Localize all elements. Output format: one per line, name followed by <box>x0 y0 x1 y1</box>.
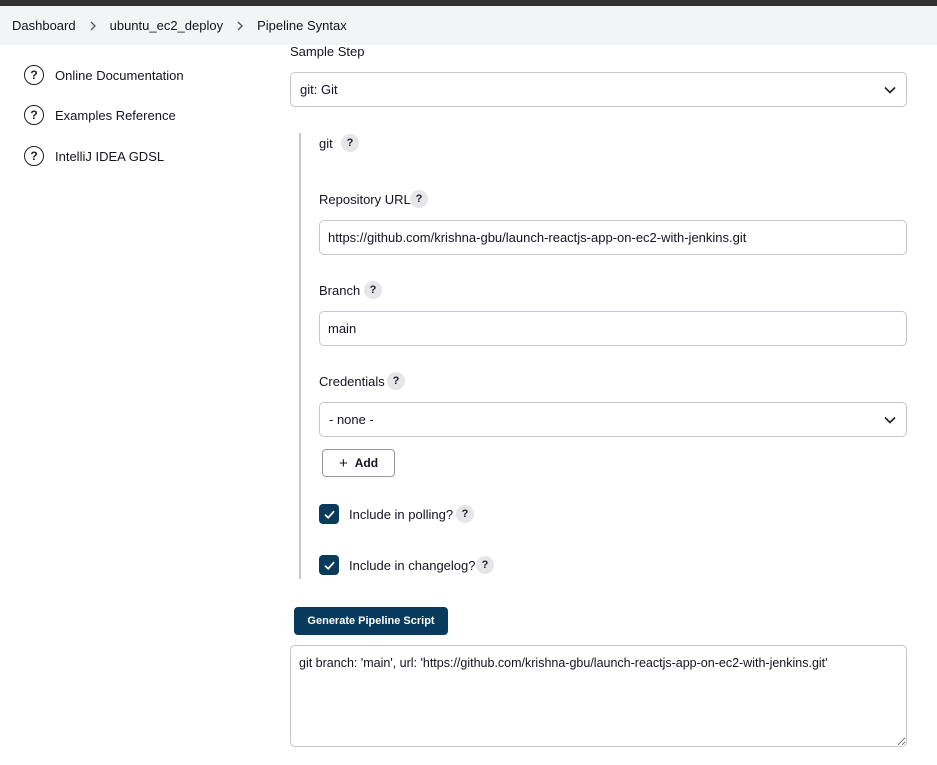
credentials-label: Credentials <box>319 374 385 389</box>
credentials-value: - none - <box>329 412 374 427</box>
chevron-right-icon <box>223 21 257 31</box>
repository-url-label: Repository URL <box>319 192 411 207</box>
help-icon[interactable]: ? <box>476 556 494 574</box>
generate-pipeline-script-button[interactable]: Generate Pipeline Script <box>294 607 448 635</box>
credentials-select[interactable]: - none - <box>319 402 907 437</box>
help-icon[interactable]: ? <box>341 134 359 152</box>
step-name: git <box>319 136 333 151</box>
help-icon[interactable]: ? <box>410 190 428 208</box>
step-config-divider <box>299 133 301 579</box>
pipeline-script-output[interactable]: git branch: 'main', url: 'https://github… <box>290 645 907 747</box>
breadcrumb: Dashboard ubuntu_ec2_deploy Pipeline Syn… <box>0 6 937 45</box>
include-changelog-label: Include in changelog? <box>349 558 476 573</box>
add-credentials-button[interactable]: + Add <box>322 449 395 477</box>
breadcrumb-job[interactable]: ubuntu_ec2_deploy <box>110 18 224 33</box>
help-icon[interactable]: ? <box>387 372 405 390</box>
breadcrumb-dashboard[interactable]: Dashboard <box>12 18 76 33</box>
sidebar-item-label: IntelliJ IDEA GDSL <box>55 148 165 164</box>
sample-step-select[interactable]: git: Git <box>290 72 907 107</box>
include-changelog-checkbox[interactable] <box>319 555 339 575</box>
chevron-down-icon <box>884 86 896 94</box>
help-icon[interactable]: ? <box>364 281 382 299</box>
plus-icon: + <box>338 454 348 472</box>
chevron-right-icon <box>76 21 110 31</box>
check-icon <box>323 561 335 570</box>
sidebar-item-label: Examples Reference <box>55 107 176 123</box>
sample-step-value: git: Git <box>300 82 338 97</box>
repository-url-input[interactable] <box>319 220 907 255</box>
help-icon[interactable]: ? <box>456 505 474 523</box>
sidebar-item-intellij-gdsl[interactable]: ? IntelliJ IDEA GDSL <box>24 146 164 166</box>
sidebar-item-online-documentation[interactable]: ? Online Documentation <box>24 65 184 85</box>
include-polling-label: Include in polling? <box>349 507 454 522</box>
question-circle-icon: ? <box>24 146 44 166</box>
add-button-label: Add <box>354 456 379 470</box>
branch-input[interactable] <box>319 311 907 346</box>
check-icon <box>323 510 335 519</box>
question-circle-icon: ? <box>24 105 44 125</box>
question-circle-icon: ? <box>24 65 44 85</box>
include-polling-checkbox[interactable] <box>319 504 339 524</box>
branch-label: Branch <box>319 283 361 298</box>
sidebar-item-label: Online Documentation <box>55 67 184 83</box>
sidebar-item-examples-reference[interactable]: ? Examples Reference <box>24 105 176 125</box>
sample-step-label: Sample Step <box>290 44 365 59</box>
chevron-down-icon <box>884 416 896 424</box>
breadcrumb-pipeline-syntax[interactable]: Pipeline Syntax <box>257 18 347 33</box>
